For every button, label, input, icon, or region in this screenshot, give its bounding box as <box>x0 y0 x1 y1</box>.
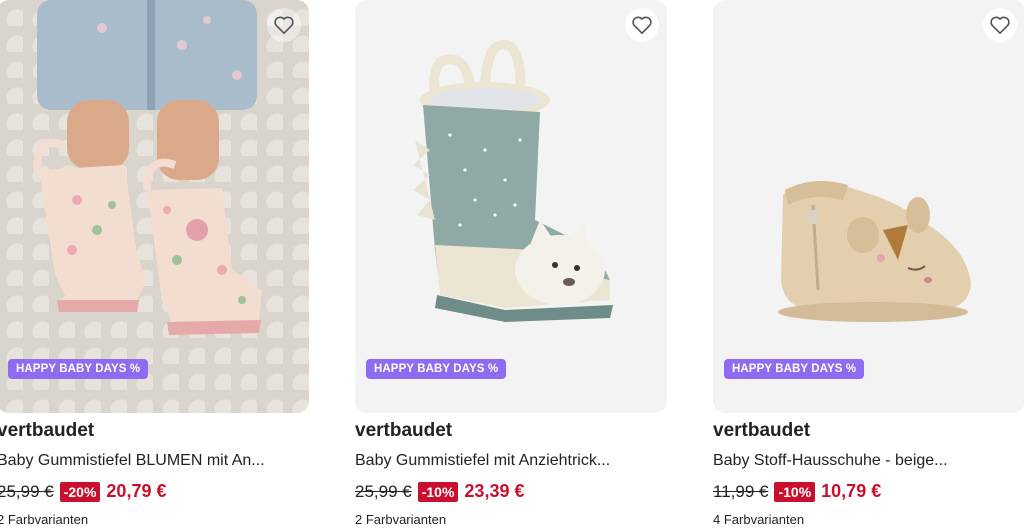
brand-name: vertbaudet <box>0 420 95 441</box>
product-image[interactable]: HAPPY BABY DAYS % <box>355 0 667 413</box>
old-price: 25,99 € <box>355 481 412 501</box>
wishlist-button[interactable] <box>625 8 659 42</box>
discount-badge: -20% <box>59 481 101 502</box>
product-title[interactable]: Baby Stoff-Hausschuhe - beige... <box>713 452 1023 470</box>
heart-icon <box>274 16 294 34</box>
product-card[interactable]: HAPPY BABY DAYS % vertbaudet Baby Stoff-… <box>713 0 1024 532</box>
color-variants[interactable]: 2 Farbvarianten <box>355 512 446 527</box>
boots-photo <box>33 0 262 335</box>
sale-price: 10,79 € <box>821 481 882 501</box>
brand-name: vertbaudet <box>355 420 453 441</box>
old-price: 11,99 € <box>713 481 769 501</box>
wishlist-button[interactable] <box>267 8 301 42</box>
sale-price: 23,39 € <box>464 481 525 501</box>
heart-icon <box>632 16 652 34</box>
product-card[interactable]: HAPPY BABY DAYS % vertbaudet Baby Gummis… <box>0 0 309 532</box>
discount-badge: -10% <box>417 481 459 502</box>
price-row: 11,99 € -10% 10,79 € <box>713 481 881 502</box>
brand-name: vertbaudet <box>713 420 811 441</box>
slipper-image <box>778 181 971 322</box>
product-title[interactable]: Baby Gummistiefel mit Anziehtrick... <box>355 452 665 470</box>
product-image[interactable]: HAPPY BABY DAYS % <box>0 0 309 413</box>
promo-badge: HAPPY BABY DAYS % <box>366 359 507 379</box>
wishlist-button[interactable] <box>983 8 1017 42</box>
product-grid: HAPPY BABY DAYS % vertbaudet Baby Gummis… <box>0 0 1024 532</box>
boot-image <box>413 39 613 322</box>
discount-badge: -10% <box>774 481 816 502</box>
heart-icon <box>990 16 1010 34</box>
price-row: 25,99 € -10% 23,39 € <box>355 481 524 502</box>
color-variants[interactable]: 4 Farbvarianten <box>713 512 804 527</box>
promo-badge: HAPPY BABY DAYS % <box>724 359 865 379</box>
product-title[interactable]: Baby Gummistiefel BLUMEN mit An... <box>0 452 307 470</box>
product-image[interactable]: HAPPY BABY DAYS % <box>713 0 1024 413</box>
color-variants[interactable]: 2 Farbvarianten <box>0 512 88 527</box>
product-card[interactable]: HAPPY BABY DAYS % vertbaudet Baby Gummis… <box>355 0 667 532</box>
price-row: 25,99 € -20% 20,79 € <box>0 481 166 502</box>
old-price: 25,99 € <box>0 481 54 501</box>
sale-price: 20,79 € <box>106 481 167 501</box>
promo-badge: HAPPY BABY DAYS % <box>8 359 149 379</box>
